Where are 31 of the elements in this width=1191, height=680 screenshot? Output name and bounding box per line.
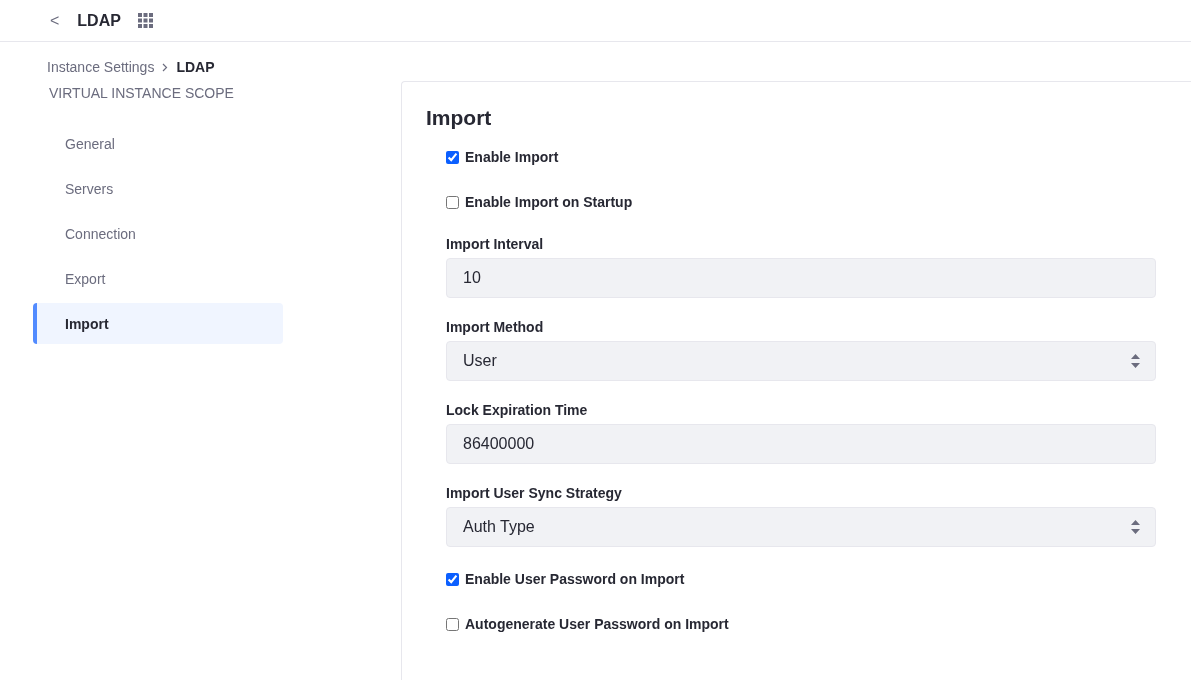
select-field[interactable]: User — [446, 341, 1156, 381]
section-title: Import — [426, 106, 493, 130]
checkbox[interactable] — [446, 572, 459, 586]
checkbox[interactable] — [446, 150, 459, 164]
sidebar-item[interactable]: Export — [33, 258, 283, 299]
page-title: LDAP — [77, 11, 121, 30]
breadcrumb-current: LDAP — [176, 59, 215, 75]
sort-arrows-icon — [1131, 520, 1140, 534]
sidebar-item[interactable]: Import — [33, 303, 283, 344]
select-field[interactable]: Auth Type — [446, 507, 1156, 547]
field-label: Import User Sync Strategy — [446, 485, 623, 501]
field-label: Lock Expiration Time — [446, 402, 589, 418]
back-button[interactable]: < — [44, 11, 66, 30]
apps-grid-icon[interactable] — [137, 13, 153, 28]
field-label: Import Interval — [446, 236, 545, 252]
field-label: Import Method — [446, 319, 545, 335]
breadcrumb-link[interactable]: Instance Settings — [47, 59, 155, 75]
sidebar-item[interactable]: General — [33, 123, 283, 164]
sidebar-heading: VIRTUAL INSTANCE SCOPE — [48, 85, 235, 103]
checkbox[interactable] — [446, 617, 459, 631]
checkbox-label: Enable Import — [465, 149, 559, 165]
checkbox-label: Autogenerate User Password on Import — [465, 616, 729, 632]
sort-arrows-icon — [1131, 354, 1140, 368]
chevron-right-icon — [162, 62, 169, 72]
checkbox-label: Enable Import on Startup — [465, 194, 633, 210]
checkbox-label: Enable User Password on Import — [465, 571, 685, 587]
sidebar-item[interactable]: Connection — [33, 213, 283, 254]
input-field[interactable]: 86400000 — [446, 424, 1156, 464]
input-field[interactable]: 10 — [446, 258, 1156, 298]
sidebar-item[interactable]: Servers — [33, 168, 283, 209]
checkbox[interactable] — [446, 195, 459, 209]
